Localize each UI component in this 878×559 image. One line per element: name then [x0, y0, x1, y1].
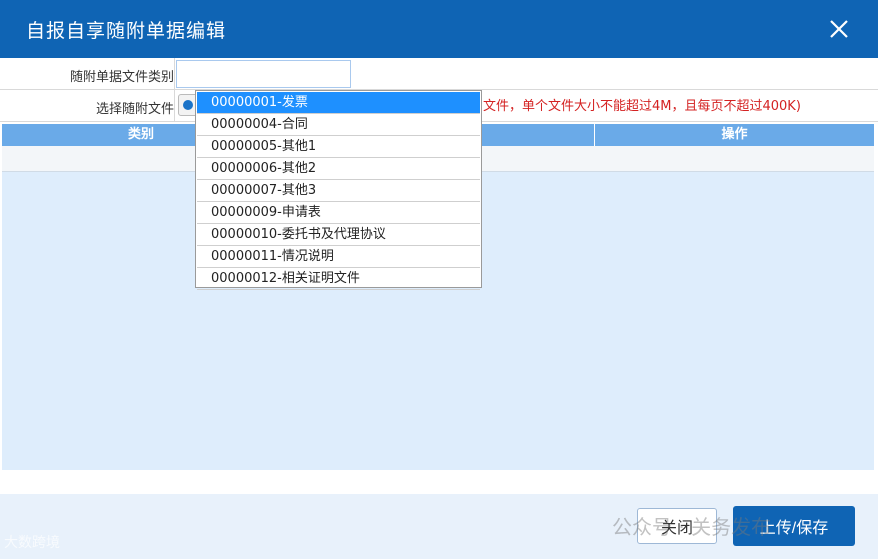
- dropdown-option[interactable]: 00000005-其他1: [197, 136, 480, 158]
- category-dropdown-list: 00000001-发票 00000004-合同 00000005-其他1 000000…: [195, 90, 482, 290]
- dropdown-option[interactable]: 00000009-申请表: [197, 202, 480, 224]
- file-label: 选择随附文件: [95, 102, 174, 117]
- dialog: 自报自享随附单据编辑 随附单据文件类别 选择随附文件 文件，单个文件大小不能超过…: [0, 0, 878, 559]
- form-divider: [174, 58, 175, 122]
- watermark-text: 公众号 · 关务发布: [612, 515, 772, 539]
- column-header-operation: 操作: [594, 124, 874, 146]
- close-icon[interactable]: [828, 18, 850, 40]
- watermark-logo-text: 大数跨境: [4, 535, 60, 551]
- dropdown-option[interactable]: 00000010-委托书及代理协议: [197, 224, 480, 246]
- category-label: 随附单据文件类别: [69, 70, 174, 85]
- dialog-title: 自报自享随附单据编辑: [26, 20, 227, 42]
- dropdown-option[interactable]: 00000007-其他3: [197, 180, 480, 202]
- dropdown-option[interactable]: 00000006-其他2: [197, 158, 480, 180]
- dropdown-option[interactable]: 00000011-情况说明: [197, 246, 480, 268]
- category-input[interactable]: [176, 60, 351, 88]
- dialog-titlebar: 自报自享随附单据编辑: [0, 0, 878, 58]
- dropdown-option[interactable]: 00000001-发票: [197, 92, 480, 114]
- file-select-icon: [183, 100, 193, 110]
- dropdown-option[interactable]: 00000012-相关证明文件: [197, 268, 480, 290]
- dropdown-option[interactable]: 00000004-合同: [197, 114, 480, 136]
- file-hint-text: 文件，单个文件大小不能超过4M，且每页不超过400K): [483, 99, 801, 114]
